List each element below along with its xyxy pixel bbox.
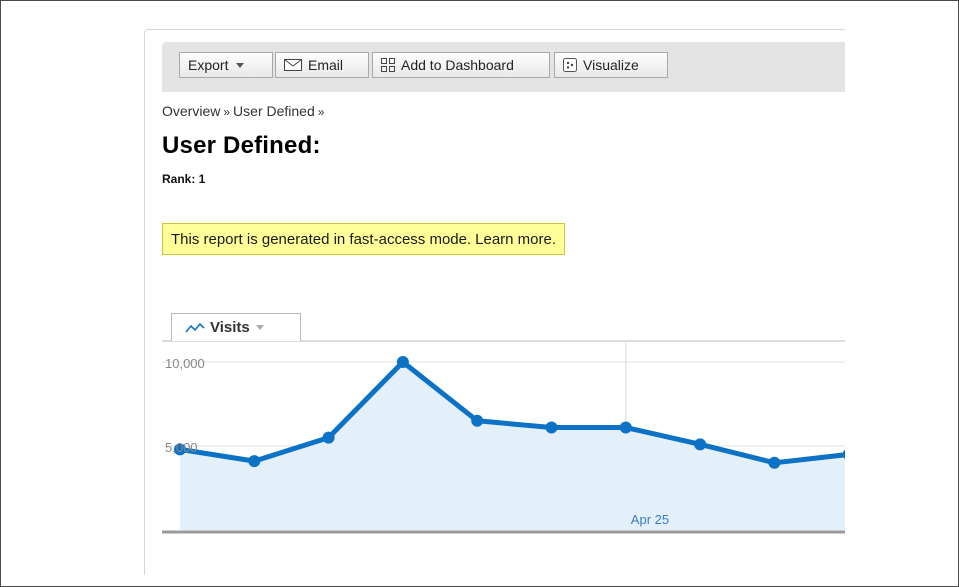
x-axis-tick-label: Apr 25: [631, 512, 669, 527]
data-point: [248, 455, 261, 468]
report-panel: Export Email Add to Dashboard Visualize …: [144, 29, 845, 575]
window-frame: Export Email Add to Dashboard Visualize …: [0, 0, 959, 587]
metric-tab-label: Visits: [210, 319, 250, 336]
metric-tab-visits[interactable]: Visits: [171, 313, 301, 341]
data-point: [396, 356, 409, 368]
y-axis-tick-label: 10,000: [165, 356, 205, 371]
data-point: [471, 414, 484, 427]
line-chart-icon: [185, 322, 205, 334]
chart-area: 10,000 5,000 Apr 25: [145, 30, 845, 575]
data-point: [768, 456, 781, 469]
data-point: [545, 421, 558, 434]
visits-chart: 10,000 5,000 Apr 25: [162, 340, 845, 534]
data-point: [322, 431, 335, 444]
y-axis-tick-label: 5,000: [165, 440, 198, 455]
data-point: [694, 438, 707, 451]
chevron-down-icon: [255, 325, 264, 330]
data-point: [619, 421, 632, 434]
